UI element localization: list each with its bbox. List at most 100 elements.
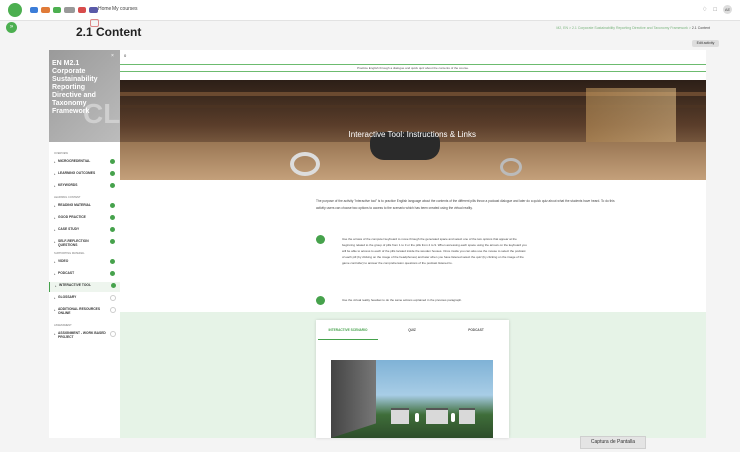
- chevron-right-icon: ▸: [54, 240, 56, 244]
- nav-my-courses-link[interactable]: My courses: [112, 6, 138, 12]
- vr-scenario-preview[interactable]: [331, 360, 493, 438]
- bell-icon[interactable]: ♢: [702, 6, 707, 13]
- chevron-right-icon: ▸: [54, 272, 56, 276]
- sidebar-item-label: GLOSSARY: [58, 295, 77, 299]
- completion-done-icon[interactable]: [110, 259, 115, 264]
- hero-banner: Interactive Tool: Instructions & Links: [120, 80, 706, 180]
- chevron-right-icon: ▸: [54, 332, 56, 336]
- step-bullet-icon: [316, 235, 325, 244]
- completion-pending-icon[interactable]: [110, 295, 116, 301]
- sidebar-item-self-reflection-questions[interactable]: ▸ SELF-REFLECTION QUESTIONS: [49, 238, 120, 248]
- sidebar-item-label: LEARNING OUTCOMES: [58, 171, 96, 175]
- breadcrumb-trail[interactable]: M2, EN > 2.1 Corporate Sustainability Re…: [556, 26, 691, 30]
- intro-paragraph: The purpose of the activity "interactive…: [316, 199, 615, 210]
- completion-pending-icon[interactable]: [110, 307, 116, 313]
- breadcrumb-current: 2.1 Content: [691, 26, 710, 30]
- step-1: Use the arrows of the computer keyboard …: [316, 235, 616, 285]
- sidebar-item-label: READING MATERIAL: [58, 203, 91, 207]
- completion-done-icon[interactable]: [110, 171, 115, 176]
- completion-done-icon[interactable]: [110, 159, 115, 164]
- course-name[interactable]: EN M2.1 Corporate Sustainability Reporti…: [52, 60, 107, 116]
- chevron-right-icon: ▸: [54, 296, 56, 300]
- completion-done-icon[interactable]: [110, 271, 115, 276]
- sidebar-item-video[interactable]: ▸ VIDEO: [49, 258, 120, 268]
- completion-done-icon[interactable]: [110, 183, 115, 188]
- completion-done-icon[interactable]: [111, 283, 116, 288]
- sidebar-item-label: ASSIGNMENT - WORK BASED PROJECT: [58, 331, 106, 339]
- sidebar-item-assignment-work-based-project[interactable]: ▸ ASSIGNMENT - WORK BASED PROJECT: [49, 330, 120, 340]
- sidebar-item-label: VIDEO: [58, 259, 69, 263]
- avatar-figure: [415, 413, 419, 422]
- section-header: 0: [120, 50, 706, 64]
- chevron-right-icon: ▸: [54, 160, 56, 164]
- step-2: Use the virtual reality headset to do th…: [316, 296, 616, 308]
- sidebar-item-label: ASSESSMENT: [54, 324, 72, 327]
- divider: [120, 64, 706, 65]
- sidebar-item-label: PODCAST: [58, 271, 75, 275]
- section-number: 0: [124, 53, 127, 58]
- tool-tabs-card: INTERACTIVE SCENARIO QUIZ PODCAST: [316, 320, 509, 438]
- sidebar-item-glossary[interactable]: ▸ GLOSSARY: [49, 294, 120, 304]
- completion-done-icon[interactable]: [110, 215, 115, 220]
- close-icon[interactable]: ×: [111, 53, 114, 59]
- sidebar-item-label: SELF-REFLECTION QUESTIONS: [58, 239, 89, 247]
- chevron-right-icon: ▸: [54, 172, 56, 176]
- partner-logo-icon: [40, 7, 51, 13]
- tab-interactive-scenario[interactable]: INTERACTIVE SCENARIO: [316, 328, 380, 332]
- sidebar-item-label: CASE STUDY: [58, 227, 80, 231]
- main-content: 0 Practice English through a dialogue an…: [120, 50, 706, 438]
- nav-home-link[interactable]: Home: [98, 6, 111, 12]
- chat-icon[interactable]: □: [713, 7, 717, 13]
- partner-logos: [30, 5, 99, 15]
- completion-done-icon[interactable]: [110, 239, 115, 244]
- chevron-right-icon: ▸: [54, 308, 56, 312]
- completion-pending-icon[interactable]: [110, 331, 116, 337]
- scene-wall: [331, 360, 376, 438]
- sidebar-item-case-study[interactable]: ▸ CASE STUDY: [49, 226, 120, 236]
- wooden-house: [459, 408, 475, 424]
- completion-done-icon[interactable]: [110, 203, 115, 208]
- sidebar-item-additional-resources-online[interactable]: ▸ ADDITIONAL RESOURCES ONLINE: [49, 306, 120, 316]
- wooden-house: [426, 408, 448, 424]
- chevron-right-icon: ▸: [54, 216, 56, 220]
- sidebar-item-label: LEARNING CONTENT: [54, 196, 81, 199]
- hero-title: Interactive Tool: Instructions & Links: [348, 130, 476, 139]
- partner-logo-icon: [77, 7, 86, 13]
- breadcrumb: M2, EN > 2.1 Corporate Sustainability Re…: [556, 26, 710, 30]
- sidebar-item-learning-outcomes[interactable]: ▸ LEARNING OUTCOMES: [49, 170, 120, 180]
- course-card: CL EN M2.1 Corporate Sustainability Repo…: [49, 50, 120, 142]
- sidebar-item-podcast[interactable]: ▸ PODCAST: [49, 270, 120, 280]
- course-index-sidebar: CL EN M2.1 Corporate Sustainability Repo…: [49, 50, 121, 438]
- step-1-text: Use the arrows of the computer keyboard …: [342, 237, 527, 265]
- sidebar-item-good-practice[interactable]: ▸ GOOD PRACTICE: [49, 214, 120, 224]
- sidebar-item-microcredential[interactable]: ▸ MICROCREDENTIAL: [49, 158, 120, 168]
- page-title: 2.1 Content: [76, 25, 142, 39]
- avatar[interactable]: AE: [723, 5, 732, 14]
- sidebar-item-keywords[interactable]: ▸ KEYWORDS: [49, 182, 120, 192]
- tab-podcast[interactable]: PODCAST: [444, 328, 508, 332]
- step-bullet-icon: [316, 296, 325, 305]
- site-logo[interactable]: [8, 3, 22, 17]
- top-navbar: Home My courses ♢ □ AE: [0, 0, 740, 21]
- sidebar-item-label: MICROCREDENTIAL: [58, 159, 91, 163]
- tab-quiz[interactable]: QUIZ: [380, 328, 444, 332]
- sidebar-item-label: ADDITIONAL RESOURCES ONLINE: [58, 307, 101, 315]
- activity-description: Practice English through a dialogue and …: [357, 66, 469, 70]
- sidebar-item-reading-material[interactable]: ▸ READING MATERIAL: [49, 202, 120, 212]
- sidebar-item-label: SUPPORTING MATERIAL: [54, 252, 85, 255]
- active-tab-indicator: [318, 339, 378, 340]
- sidebar-item-label: KEYWORDS: [58, 183, 78, 187]
- step-2-text: Use the virtual reality headset to do th…: [342, 298, 462, 302]
- drawer-toggle-button[interactable]: »: [6, 22, 17, 33]
- vr-controller-ring: [290, 152, 320, 176]
- vr-controller-ring: [500, 158, 522, 176]
- sidebar-item-label: GOOD PRACTICE: [58, 215, 86, 219]
- chevron-right-icon: ▸: [54, 204, 56, 208]
- chevron-right-icon: ▸: [54, 260, 56, 264]
- user-menu: ♢ □ AE: [702, 5, 732, 14]
- edit-activity-button[interactable]: Edit activity: [692, 40, 719, 47]
- completion-done-icon[interactable]: [110, 227, 115, 232]
- chevron-right-icon: ▸: [54, 228, 56, 232]
- sidebar-item-interactive-tool[interactable]: ▸ INTERACTIVE TOOL: [49, 282, 120, 292]
- sidebar-item-label: OVERVIEW: [54, 152, 68, 155]
